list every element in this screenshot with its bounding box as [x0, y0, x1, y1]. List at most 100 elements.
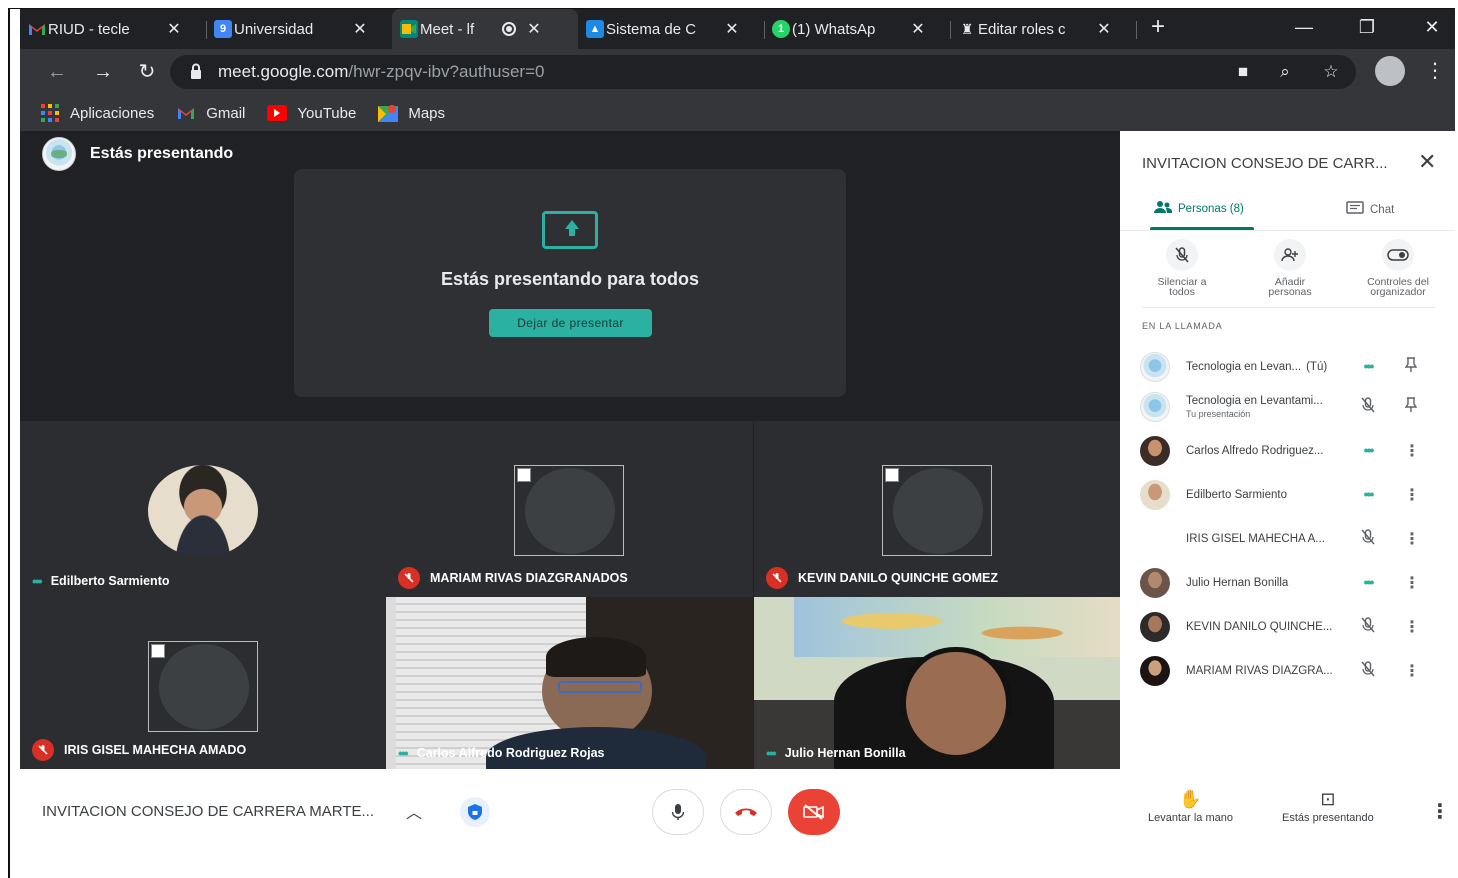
forward-icon[interactable]: → [90, 61, 116, 83]
zoom-icon[interactable]: ⌕ [1274, 62, 1296, 82]
close-icon[interactable]: ✕ [526, 19, 542, 39]
mute-all-button[interactable]: Silenciar a todos [1132, 239, 1232, 297]
speaking-indicator-icon: ••• [766, 745, 777, 761]
restore-icon[interactable]: ❐ [1355, 17, 1379, 38]
participant-tile[interactable]: IRIS GISEL MAHECHA AMADO [20, 597, 386, 769]
minimize-icon[interactable]: — [1292, 17, 1316, 38]
mic-off-icon[interactable] [1358, 396, 1378, 418]
more-options-icon[interactable]: ⋮ [1404, 661, 1420, 681]
browser-tab-universidad[interactable]: 9 Universidad ✕ [206, 9, 393, 49]
camera-in-use-icon[interactable]: ■ [1232, 62, 1254, 82]
bookmark-maps[interactable]: Maps [378, 105, 445, 122]
present-screen-icon [542, 211, 598, 249]
speaking-indicator-icon[interactable]: ••• [1358, 486, 1378, 504]
close-icon[interactable]: ✕ [352, 19, 368, 39]
participant-tile-video[interactable]: ••• Carlos Alfredo Rodriguez Rojas [386, 597, 753, 769]
new-tab-button[interactable]: + [1146, 13, 1170, 41]
mic-off-icon[interactable] [1358, 660, 1378, 682]
tile-name-text: IRIS GISEL MAHECHA AMADO [64, 743, 247, 757]
speaking-indicator-icon[interactable]: ••• [1358, 574, 1378, 592]
participant-name-text: Julio Hernan Bonilla [1186, 577, 1289, 589]
close-icon[interactable]: ✕ [1096, 19, 1112, 39]
presenting-button[interactable]: ⊡ Estás presentando [1282, 789, 1374, 824]
participant-video [386, 597, 753, 769]
microphone-button[interactable] [652, 789, 704, 835]
action-label: todos [1169, 286, 1195, 298]
leave-call-button[interactable] [720, 789, 772, 835]
tile-name-text: Julio Hernan Bonilla [784, 746, 906, 760]
participant-row[interactable]: Edilberto Sarmiento ••• ⋮ [1140, 477, 1440, 513]
tile-name: ••• Edilberto Sarmiento [32, 573, 170, 589]
tab-people-label: Personas (8) [1178, 202, 1244, 215]
pin-icon[interactable] [1404, 396, 1418, 418]
mic-off-icon[interactable] [1358, 616, 1378, 638]
more-options-icon[interactable]: ⋮ [1404, 529, 1420, 549]
participant-row[interactable]: Tecnologia en Levan... (Tú) ••• [1140, 349, 1440, 385]
more-options-icon[interactable]: ⋮ [1404, 573, 1420, 593]
participant-row[interactable]: Carlos Alfredo Rodriguez... ••• ⋮ [1140, 433, 1440, 469]
tile-name: ••• Carlos Alfredo Rodriguez Rojas [398, 745, 604, 761]
more-options-icon[interactable]: ⋮ [1404, 441, 1420, 461]
participant-row[interactable]: MARIAM RIVAS DIAZGRA... ⋮ [1140, 653, 1440, 689]
close-icon[interactable]: ✕ [910, 19, 926, 39]
stop-presenting-button[interactable]: Dejar de presentar [489, 309, 652, 337]
raise-hand-button[interactable]: ✋ Levantar la mano [1148, 789, 1233, 824]
add-people-button[interactable]: Añadir personas [1240, 239, 1340, 297]
participant-row[interactable]: KEVIN DANILO QUINCHE... ⋮ [1140, 609, 1440, 645]
tab-label: (1) WhatsAp [792, 20, 876, 38]
browser-tab-sistema[interactable]: ▲ Sistema de C ✕ [578, 9, 765, 49]
bookmark-gmail[interactable]: Gmail [176, 105, 245, 122]
camera-off-button[interactable] [788, 789, 840, 835]
you-label: (Tú) [1306, 361, 1328, 373]
speaking-indicator-icon[interactable]: ••• [1358, 358, 1378, 376]
section-label: EN LA LLAMADA [1142, 321, 1223, 331]
shield-icon[interactable] [460, 797, 490, 827]
more-options-icon[interactable]: ⋮ [1430, 799, 1450, 824]
tab-label: Sistema de C [606, 20, 697, 38]
participant-tile[interactable]: MARIAM RIVAS DIAZGRANADOS [386, 421, 753, 597]
mic-off-icon[interactable] [1358, 528, 1378, 550]
close-icon[interactable]: ✕ [724, 19, 740, 39]
close-icon[interactable]: ✕ [166, 19, 182, 39]
window-close-icon[interactable]: ✕ [1420, 17, 1444, 38]
browser-tab-meet[interactable]: Meet - lf ✕ [392, 9, 578, 49]
participant-name-text: Tecnologia en Levan... [1186, 361, 1302, 373]
close-icon[interactable]: ✕ [1418, 149, 1436, 175]
tab-people[interactable]: Personas (8) [1154, 201, 1244, 216]
participant-tile-video[interactable]: ••• Julio Hernan Bonilla [754, 597, 1120, 769]
browser-tab-editar-roles[interactable]: ♜ Editar roles c ✕ [950, 9, 1137, 49]
chevron-up-icon[interactable]: ︿ [406, 799, 422, 823]
back-icon[interactable]: ← [44, 61, 70, 83]
bookmarks-bar: Aplicaciones Gmail YouTube Maps [20, 95, 1455, 131]
bookmark-youtube[interactable]: YouTube [267, 105, 356, 122]
meet-stage: Estás presentando Estás presentando para… [20, 131, 1120, 769]
tab-label: Universidad [234, 20, 314, 38]
participant-name-text: MARIAM RIVAS DIAZGRA... [1186, 665, 1333, 677]
meeting-details-title[interactable]: INVITACION CONSEJO DE CARRERA MARTE... [42, 803, 374, 820]
pin-icon[interactable] [1404, 356, 1418, 378]
participant-row[interactable]: Tecnologia en Levantami... Tu presentació… [1140, 389, 1440, 425]
camera-off-icon [803, 804, 824, 820]
participant-tile[interactable]: KEVIN DANILO QUINCHE GOMEZ [754, 421, 1120, 597]
participant-row[interactable]: Julio Hernan Bonilla ••• ⋮ [1140, 565, 1440, 601]
participant-name: IRIS GISEL MAHECHA A... [1186, 533, 1344, 545]
bookmark-apps[interactable]: Aplicaciones [40, 104, 154, 122]
participant-row[interactable]: IRIS GISEL MAHECHA A... ⋮ [1140, 521, 1440, 557]
reload-icon[interactable]: ↻ [134, 61, 160, 83]
tab-chat[interactable]: Chat [1346, 201, 1394, 218]
browser-tab-riud[interactable]: RIUD - tecle ✕ [20, 9, 207, 49]
tile-name: IRIS GISEL MAHECHA AMADO [32, 739, 246, 761]
meet-control-bar: INVITACION CONSEJO DE CARRERA MARTE... ︿… [20, 769, 1455, 878]
more-options-icon[interactable]: ⋮ [1404, 485, 1420, 505]
star-icon[interactable]: ☆ [1320, 62, 1342, 82]
more-options-icon[interactable]: ⋮ [1404, 617, 1420, 637]
browser-tab-whatsapp[interactable]: 1 (1) WhatsAp ✕ [764, 9, 951, 49]
participant-tile[interactable]: ••• Edilberto Sarmiento [20, 421, 386, 597]
browser-menu-icon[interactable]: ⋮ [1425, 58, 1445, 83]
speaking-indicator-icon[interactable]: ••• [1358, 442, 1378, 460]
address-bar[interactable]: meet.google.com/hwr-zpqv-ibv?authuser=0 … [170, 55, 1356, 89]
host-controls-button[interactable]: Controles del organizador [1348, 239, 1448, 297]
hang-up-icon [735, 808, 757, 816]
mic-off-icon [1166, 239, 1198, 271]
profile-avatar[interactable] [1375, 56, 1405, 86]
